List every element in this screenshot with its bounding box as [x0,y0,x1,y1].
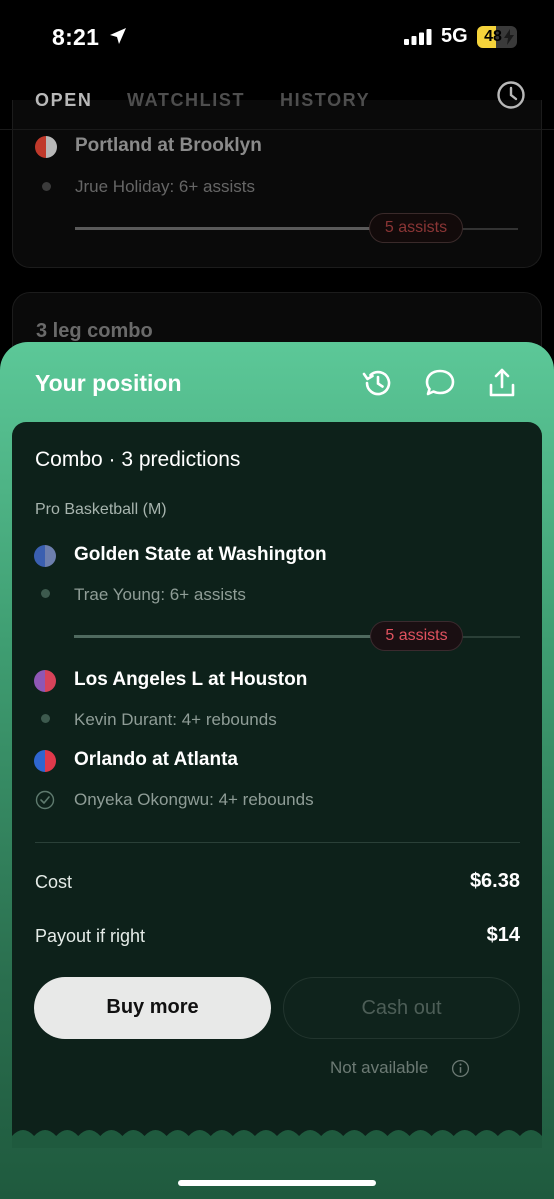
share-icon[interactable] [485,366,519,400]
leg-status-dot [41,589,50,598]
team-color-dot [34,545,56,567]
info-icon[interactable] [451,1059,470,1078]
position-panel: Combo · 3 predictions Pro Basketball (M)… [12,422,542,1142]
tab-history[interactable]: HISTORY [280,90,370,111]
leg-label: Onyeka Okongwu: 4+ rebounds [74,790,314,809]
home-indicator[interactable] [178,1180,376,1186]
game-title: Portland at Brooklyn [75,135,262,156]
tab-watchlist[interactable]: WATCHLIST [127,90,245,111]
battery-charging-icon: 48 [477,26,517,48]
leg-status-dot [42,182,51,191]
leg-label: Trae Young: 6+ assists [74,585,246,604]
cash-out-button[interactable]: Cash out [283,977,520,1039]
signal-bars-icon [404,29,432,45]
payout-value: $14 [486,924,520,946]
status-time: 8:21 [52,24,100,50]
game-title: Los Angeles L at Houston [74,669,308,690]
clock-icon[interactable] [496,80,526,110]
check-circle-icon [35,790,55,810]
progress-pill: 5 assists [370,621,463,651]
combo-card-title: 3 leg combo [36,320,153,342]
payout-label: Payout if right [35,926,146,946]
status-bar: 8:21 5G 48 [0,0,554,74]
cost-value: $6.38 [469,870,520,892]
ticket-edge [12,1130,542,1148]
ticket-edge-shape [12,1130,542,1148]
divider [35,842,520,843]
cost-label: Cost [35,872,73,892]
team-color-dot [35,136,57,158]
bolt-icon [504,29,514,45]
not-available-label: Not available [330,1058,429,1077]
progress-pill: 5 assists [369,213,463,243]
team-color-dot [34,750,56,772]
game-title: Golden State at Washington [74,544,327,565]
leg-label: Jrue Holiday: 6+ assists [75,177,255,196]
buy-more-button[interactable]: Buy more [34,977,271,1039]
tab-bar: OPEN WATCHLIST HISTORY [0,84,554,130]
leg-status-dot [41,714,50,723]
network-type: 5G [441,25,468,47]
history-icon[interactable] [360,366,394,400]
sheet-title: Your position [35,370,182,396]
leg-label: Kevin Durant: 4+ rebounds [74,710,277,729]
league-label: Pro Basketball (M) [35,501,167,518]
location-arrow-icon [110,28,126,44]
position-sheet: Your position Combo · 3 predictions Pro … [0,342,554,1199]
team-color-dot [34,670,56,692]
combo-title: Combo · 3 predictions [35,448,241,471]
game-title: Orlando at Atlanta [74,749,238,770]
chat-icon[interactable] [423,366,457,400]
tab-open[interactable]: OPEN [35,90,92,111]
